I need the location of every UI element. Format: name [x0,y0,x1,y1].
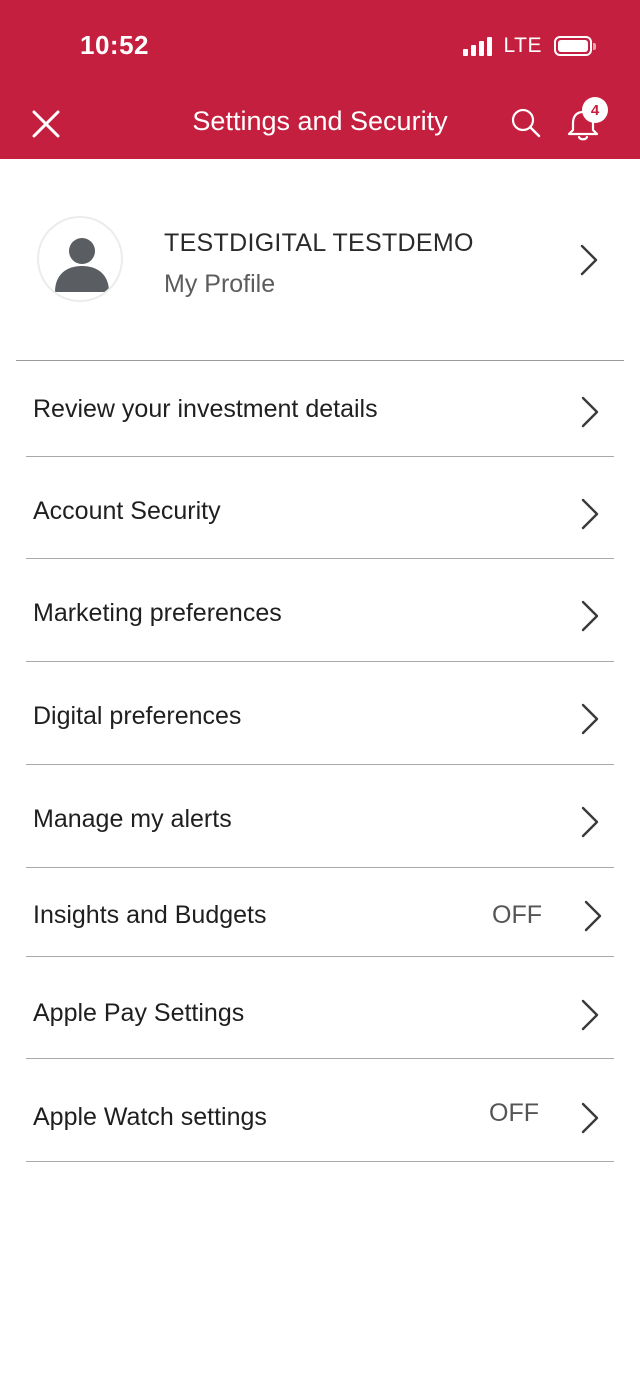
menu-item-label: Apple Pay Settings [33,999,245,1027]
status-time: 10:52 [80,30,149,60]
chevron-right-icon [584,900,602,932]
chevron-right-icon [581,703,599,735]
menu-item-account-security[interactable]: Account Security [0,457,640,559]
menu-item-label: Manage my alerts [33,805,232,833]
chevron-right-icon [581,600,599,632]
chevron-right-icon [581,806,599,838]
chevron-right-icon [580,244,598,276]
chevron-right-icon [581,999,599,1031]
status-indicators: LTE [462,34,596,58]
chevron-right-icon [581,1102,599,1134]
menu-item-apple-watch[interactable]: Apple Watch settings OFF [0,1059,640,1162]
divider [26,1161,614,1162]
menu-item-manage-alerts[interactable]: Manage my alerts [0,765,640,868]
person-icon [55,238,109,292]
menu-item-label: Marketing preferences [33,599,282,627]
menu-item-label: Account Security [33,497,221,525]
profile-row[interactable]: TESTDIGITAL TESTDEMO My Profile [0,159,640,361]
menu-item-label: Digital preferences [33,702,242,730]
notification-badge: 4 [582,97,608,123]
battery-icon [554,36,596,56]
menu-item-apple-pay[interactable]: Apple Pay Settings [0,956,640,1059]
network-label: LTE [503,34,542,57]
menu-item-insights-budgets[interactable]: Insights and Budgets OFF [0,868,640,957]
app-header: 10:52 LTE Settings and Security 4 [0,0,640,159]
menu-item-digital-preferences[interactable]: Digital preferences [0,662,640,765]
chevron-right-icon [581,396,599,428]
menu-item-status: OFF [492,901,542,929]
menu-item-label: Insights and Budgets [33,901,267,929]
menu-item-label: Review your investment details [33,395,378,423]
menu-item-marketing-preferences[interactable]: Marketing preferences [0,559,640,662]
profile-subtitle: My Profile [164,270,276,298]
menu-item-status: OFF [489,1099,539,1127]
page-title: Settings and Security [192,106,448,136]
avatar [37,216,123,302]
signal-icon [462,36,492,56]
search-icon [511,108,541,138]
menu-item-review-investment[interactable]: Review your investment details [0,361,640,457]
search-button[interactable] [510,107,542,139]
profile-name: TESTDIGITAL TESTDEMO [164,229,474,257]
menu-item-label: Apple Watch settings [33,1103,267,1131]
chevron-right-icon [581,498,599,530]
